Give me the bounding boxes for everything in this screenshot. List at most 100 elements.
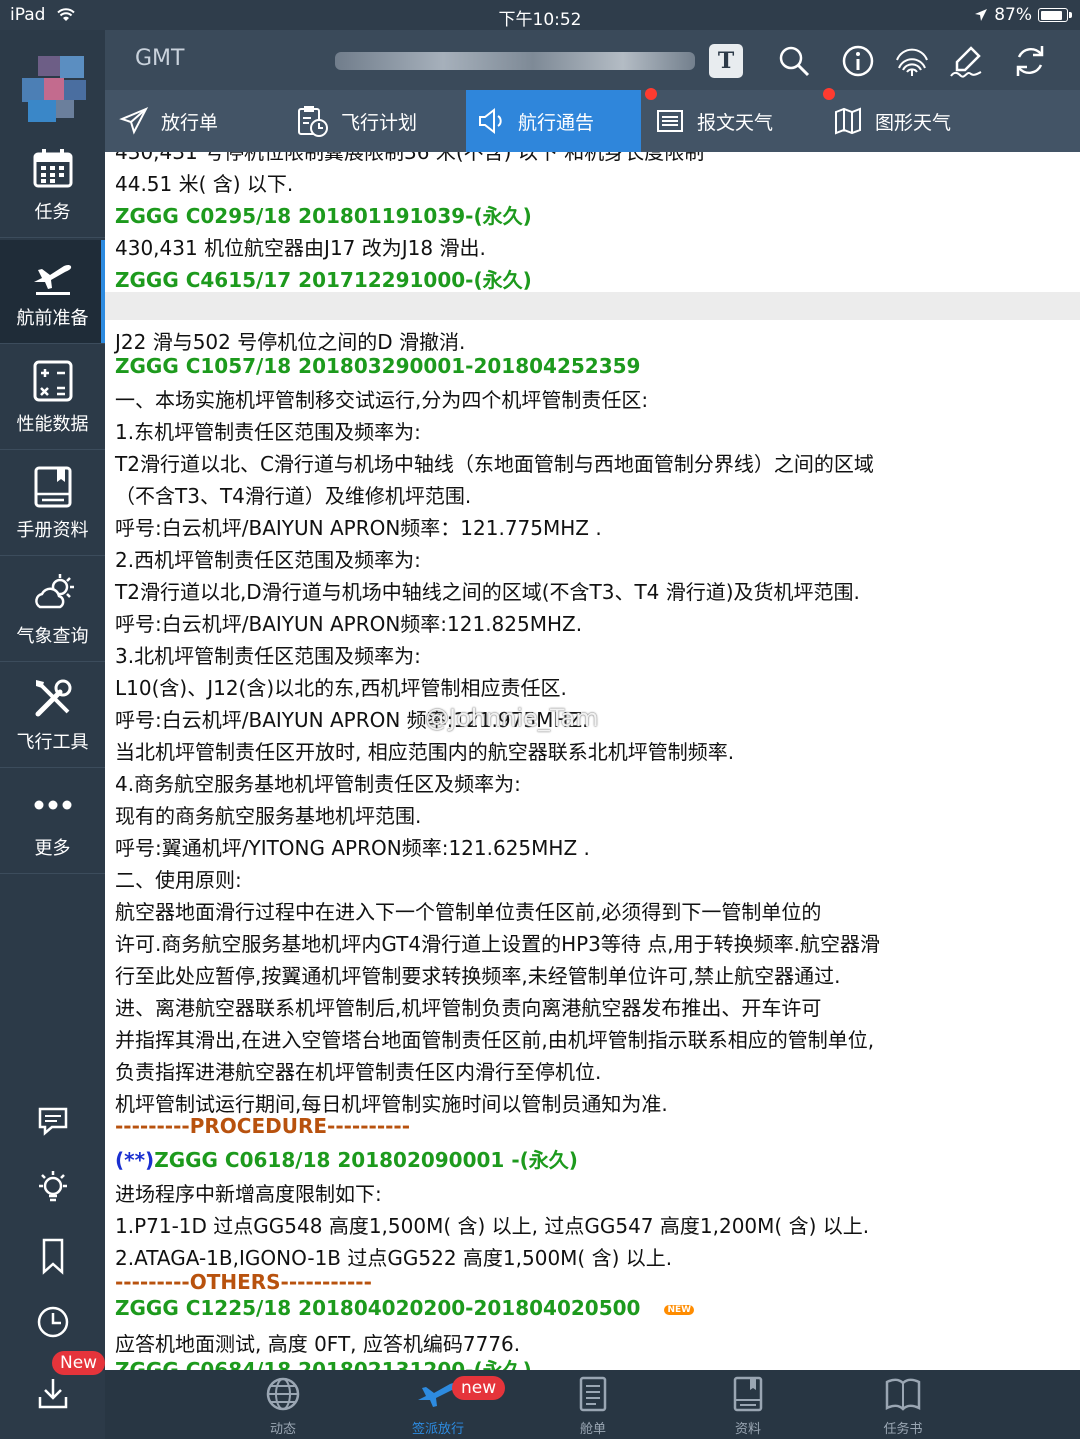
paper-plane-icon: [119, 107, 149, 135]
nav-loadsheet[interactable]: 舱单: [533, 1374, 653, 1437]
top-toolbar: GMT T: [105, 30, 1080, 90]
lightbulb-icon: [38, 1171, 67, 1202]
line-text: （不含T3、T4滑行道）及维修机坪范围.: [115, 484, 472, 508]
notam-id: ZGGG C1225/18 201804020200-201804020500 N…: [115, 1296, 695, 1320]
notam-text: 1.东机坪管制责任区范围及频率为:: [115, 416, 421, 445]
history-button[interactable]: [0, 1295, 105, 1355]
sidebar-item-tools[interactable]: 飞行工具: [0, 664, 105, 768]
notam-text: 3.北机坪管制责任区范围及频率为:: [115, 640, 421, 669]
sidebar-item-more[interactable]: 更多: [0, 770, 105, 874]
notam-text: （不含T3、T4滑行道）及维修机坪范围.: [115, 480, 471, 509]
notam-text: 二、使用原则:: [115, 864, 242, 893]
nav-mission-book[interactable]: 任务书: [843, 1374, 963, 1437]
line-text: ZGGG C0684/18 201802131200-(永久): [115, 1358, 532, 1370]
sidebar-item-preflight[interactable]: 航前准备: [0, 240, 105, 344]
sidebar-item-task[interactable]: 任务: [0, 134, 105, 238]
section-header: ---------OTHERS-----------: [115, 1270, 372, 1294]
tab-bar: 放行单 飞行计划 航行通告 报文天气 图形天气: [105, 88, 1080, 152]
notam-text: 4.商务航空服务基地机坪管制责任区及频率为:: [115, 768, 521, 797]
search-icon[interactable]: [775, 42, 813, 80]
nav-dispatch[interactable]: 签派放行 new: [378, 1374, 506, 1437]
battery-icon: [1038, 8, 1072, 22]
tab-chart-weather[interactable]: 图形天气: [823, 88, 1003, 152]
nav-label: 签派放行: [411, 1422, 464, 1437]
line-text: ZGGG C0295/18 201801191039-(永久): [115, 204, 532, 228]
bookmark-icon: [42, 1238, 63, 1275]
notam-text: 呼号:翼通机坪/YITONG APRON频率:121.625MHZ .: [115, 832, 590, 861]
line-text: 4.商务航空服务基地机坪管制责任区及频率为:: [115, 772, 521, 796]
sidebar-item-label: 航前准备: [16, 308, 89, 329]
tab-flight-plan[interactable]: 飞行计划: [295, 90, 455, 152]
notam-text: 一、本场实施机坪管制移交试运行,分为四个机坪管制责任区:: [115, 384, 648, 413]
line-text: 现有的商务航空服务基地机坪范围.: [115, 804, 422, 828]
line-text: 44.51 米( 含) 以下.: [115, 172, 294, 196]
notam-text: 应答机地面测试, 高度 0FT, 应答机编码7776.: [115, 1328, 520, 1357]
sidebar-item-label: 气象查询: [16, 626, 89, 647]
document-icon: [579, 1376, 607, 1412]
line-text: 2.西机坪管制责任区范围及频率为:: [115, 548, 421, 572]
nav-label: 动态: [269, 1422, 296, 1437]
sidebar-item-manuals[interactable]: 手册资料: [0, 452, 105, 556]
notam-text: 行至此处应暂停,按翼通机坪管制要求转换频率,未经管制单位许可,禁止航空器通过.: [115, 960, 840, 989]
info-icon[interactable]: [839, 42, 877, 80]
line-text: 呼号:白云机坪/BAIYUN APRON频率：121.775MHZ .: [115, 516, 602, 540]
sidebar-item-performance[interactable]: 性能数据: [0, 346, 105, 450]
message-button[interactable]: [0, 1095, 105, 1155]
tab-release[interactable]: 放行单: [119, 90, 269, 152]
nav-dynamics[interactable]: 动态: [223, 1374, 343, 1437]
notam-id: ZGGG C4615/17 201712291000-(永久): [115, 264, 532, 293]
bottom-nav: 动态 签派放行 new 舱单 资料 任务书: [105, 1370, 1080, 1439]
notam-text: T2滑行道以北、C滑行道与机场中轴线（东地面管制与西地面管制分界线）之间的区域: [115, 448, 874, 477]
tab-label: 航行通告: [518, 111, 595, 134]
sidebar-item-label: 性能数据: [16, 414, 89, 435]
avatar[interactable]: [8, 42, 98, 132]
weather-icon: [34, 574, 74, 609]
sidebar-item-label: 更多: [34, 838, 71, 859]
fingerprint-icon[interactable]: [893, 42, 931, 80]
book-icon: [885, 1378, 921, 1411]
battery-percent: 87%: [994, 5, 1032, 25]
tab-label: 飞行计划: [341, 111, 418, 134]
notam-text: 呼号:白云机坪/BAIYUN APRON频率：121.775MHZ .: [115, 512, 602, 541]
line-text: 2.ATAGA-1B,IGONO-1B 过点GG522 高度1,500M( 含)…: [115, 1246, 673, 1270]
status-bar: iPad 下午10:52 87%: [0, 0, 1080, 30]
notam-content[interactable]: 430,431 号停机位限制翼展限制36 米(不含) 以下 和机身长度限制 44.…: [105, 152, 1080, 1370]
nav-label: 舱单: [579, 1422, 606, 1437]
line-text: ---------OTHERS-----------: [115, 1270, 372, 1294]
refresh-icon[interactable]: [1011, 42, 1049, 80]
notam-id: ZGGG C0295/18 201801191039-(永久): [115, 200, 532, 229]
line-text: L10(含)、J12(含)以北的东,西机坪管制相应责任区.: [115, 676, 567, 700]
sidebar-item-weather[interactable]: 气象查询: [0, 558, 105, 662]
section-header: ---------PROCEDURE----------: [115, 1114, 410, 1138]
sidebar-item-label: 任务: [34, 202, 71, 223]
nav-documents[interactable]: 资料: [688, 1374, 808, 1437]
tips-button[interactable]: [0, 1160, 105, 1220]
notam-text: 进场程序中新增高度限制如下:: [115, 1178, 382, 1207]
notification-dot: [823, 88, 835, 100]
line-text: 430,431 机位航空器由J17 改为J18 滑出.: [115, 236, 486, 260]
tab-notam[interactable]: 航行通告: [466, 88, 657, 152]
calendar-icon: [33, 149, 72, 188]
gmt-label: GMT: [135, 46, 185, 71]
notam-text: 44.51 米( 含) 以下.: [115, 168, 293, 197]
font-size-button[interactable]: T: [709, 44, 743, 78]
calculator-icon: [33, 360, 72, 402]
bookmark-button[interactable]: [0, 1228, 105, 1288]
line-text: 呼号:翼通机坪/YITONG APRON频率:121.625MHZ .: [115, 836, 590, 860]
nav-label: 资料: [734, 1422, 761, 1437]
tools-icon: [35, 679, 71, 717]
signature-icon[interactable]: [949, 42, 987, 80]
line-text: 3.北机坪管制责任区范围及频率为:: [115, 644, 421, 668]
notam-id: ZGGG C1057/18 201803290001-201804252359: [115, 354, 640, 378]
line-text: T2滑行道以北、C滑行道与机场中轴线（东地面管制与西地面管制分界线）之间的区域: [115, 452, 874, 476]
tab-text-weather[interactable]: 报文天气: [655, 90, 815, 152]
line-text: ZGGG C1057/18 201803290001-201804252359: [115, 354, 641, 378]
line-text: 进场程序中新增高度限制如下:: [115, 1182, 382, 1206]
sidebar-item-label: 飞行工具: [16, 732, 89, 753]
line-text: ZGGG C4615/17 201712291000-(永久): [115, 268, 532, 292]
line-text: 呼号:白云机坪/BAIYUN APRON频率:121.825MHZ.: [115, 612, 583, 636]
archive-icon: [733, 1376, 763, 1412]
tab-label: 报文天气: [697, 111, 774, 134]
line-text: ---------PROCEDURE----------: [115, 1114, 411, 1138]
download-button[interactable]: New: [0, 1351, 106, 1425]
